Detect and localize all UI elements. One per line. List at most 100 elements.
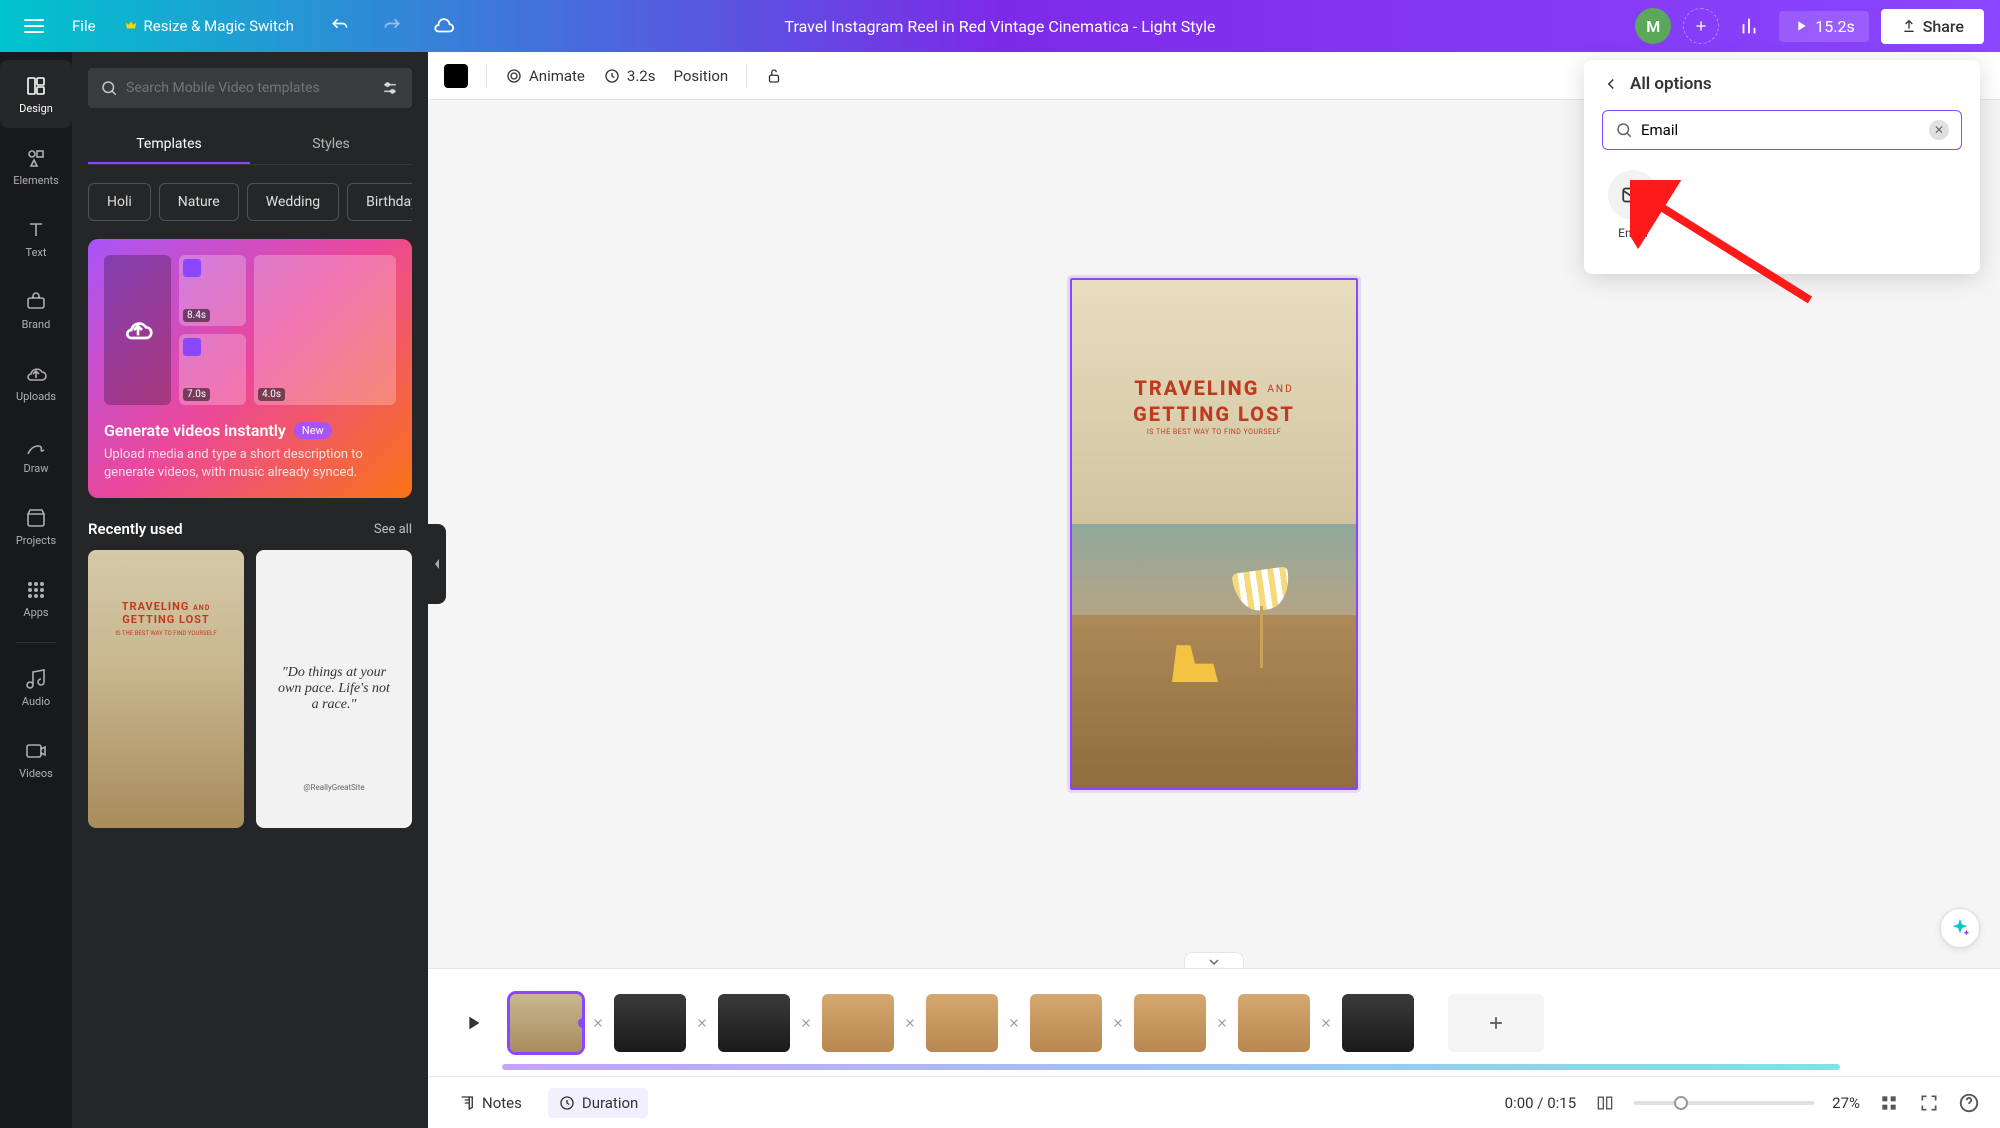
chevron-left-icon bbox=[1602, 75, 1620, 93]
chip-holi[interactable]: Holi bbox=[88, 183, 151, 221]
document-title[interactable]: Travel Instagram Reel in Red Vintage Cin… bbox=[785, 17, 1216, 36]
transition-icon[interactable] bbox=[1212, 1013, 1232, 1033]
cloud-sync-button[interactable] bbox=[426, 8, 462, 44]
lock-button[interactable] bbox=[765, 67, 783, 85]
videos-icon bbox=[24, 739, 48, 763]
generate-videos-card[interactable]: 8.4s 4.0s 7.0s Generate videos instantly… bbox=[88, 239, 412, 498]
rail-text[interactable]: Text bbox=[0, 204, 72, 272]
timeline-clip[interactable]: 1.5s bbox=[1342, 994, 1414, 1052]
filter-icon[interactable] bbox=[380, 78, 400, 98]
see-all-link[interactable]: See all bbox=[374, 522, 412, 537]
timeline-clip[interactable]: 1.5s bbox=[822, 994, 894, 1052]
lock-open-icon bbox=[765, 67, 783, 85]
canvas-umbrella-graphic[interactable] bbox=[1234, 570, 1290, 670]
canvas[interactable]: TRAVELINGAND GETTING LOST IS THE BEST WA… bbox=[1070, 278, 1358, 790]
footer-bar: Notes Duration 0:00 / 0:15 27% bbox=[428, 1076, 2000, 1128]
email-icon-circle bbox=[1608, 170, 1658, 220]
timeline-clip[interactable]: 1.5s - bbox=[718, 994, 790, 1052]
timeline-clip[interactable]: 1.5s bbox=[1134, 994, 1206, 1052]
rail-videos[interactable]: Videos bbox=[0, 725, 72, 793]
design-icon bbox=[24, 74, 48, 98]
transition-icon[interactable] bbox=[1108, 1013, 1128, 1033]
tab-styles[interactable]: Styles bbox=[250, 126, 412, 164]
resize-label: Resize & Magic Switch bbox=[144, 17, 294, 35]
timeline-clip[interactable]: 1.5s bbox=[1238, 994, 1310, 1052]
panel-collapse-handle[interactable] bbox=[428, 524, 446, 604]
popover-back-button[interactable]: All options bbox=[1584, 60, 1980, 104]
audio-track[interactable] bbox=[502, 1064, 1840, 1070]
rail-brand[interactable]: Brand bbox=[0, 276, 72, 344]
menu-button[interactable] bbox=[16, 8, 52, 44]
position-button[interactable]: Position bbox=[673, 67, 728, 85]
plus-icon bbox=[1486, 1013, 1506, 1033]
template-search[interactable] bbox=[88, 68, 412, 108]
clear-search-button[interactable]: ✕ bbox=[1929, 120, 1949, 140]
rail-elements[interactable]: Elements bbox=[0, 132, 72, 200]
rail-draw[interactable]: Draw bbox=[0, 420, 72, 488]
help-button[interactable] bbox=[1958, 1092, 1980, 1114]
chip-wedding[interactable]: Wedding bbox=[247, 183, 339, 221]
template-card-quote[interactable]: "Do things at your own pace. Life's not … bbox=[256, 550, 412, 828]
gen-thumb: 8.4s bbox=[179, 255, 246, 326]
rail-design[interactable]: Design bbox=[0, 60, 72, 128]
share-option-label: Email bbox=[1618, 226, 1648, 240]
rail-label: Text bbox=[26, 246, 47, 259]
timeline-clip[interactable]: 3.2s bbox=[510, 994, 582, 1052]
timing-label: 3.2s bbox=[627, 67, 656, 85]
chevron-down-icon bbox=[1208, 958, 1220, 966]
magic-assistant-button[interactable] bbox=[1940, 908, 1980, 948]
zoom-thumb[interactable] bbox=[1674, 1096, 1688, 1110]
canvas-subheading[interactable]: IS THE BEST WAY TO FIND YOURSELF bbox=[1072, 428, 1356, 436]
timeline-play-button[interactable] bbox=[450, 1000, 496, 1046]
transition-icon[interactable] bbox=[588, 1013, 608, 1033]
zoom-slider[interactable] bbox=[1634, 1101, 1814, 1105]
undo-button[interactable] bbox=[322, 8, 358, 44]
grid-view-button[interactable] bbox=[1878, 1092, 1900, 1114]
notes-button[interactable]: Notes bbox=[448, 1088, 532, 1118]
insights-button[interactable] bbox=[1731, 8, 1767, 44]
add-page-button[interactable] bbox=[1448, 994, 1544, 1052]
redo-button[interactable] bbox=[374, 8, 410, 44]
file-menu[interactable]: File bbox=[60, 9, 108, 43]
canvas-heading-2[interactable]: GETTING LOST bbox=[1072, 402, 1356, 426]
chip-nature[interactable]: Nature bbox=[159, 183, 239, 221]
template-search-input[interactable] bbox=[126, 80, 372, 96]
text-icon bbox=[24, 218, 48, 242]
timeline-clip[interactable]: 1.5s bbox=[1030, 994, 1102, 1052]
canvas-heading-1[interactable]: TRAVELINGAND bbox=[1072, 376, 1356, 400]
share-option-email[interactable]: Email bbox=[1602, 170, 1664, 240]
rail-label: Apps bbox=[23, 606, 48, 619]
chip-birthday[interactable]: Birthday bbox=[347, 183, 412, 221]
play-icon bbox=[1793, 18, 1809, 34]
rail-label: Projects bbox=[16, 534, 56, 547]
timeline-clip[interactable]: 1.5s bbox=[926, 994, 998, 1052]
popover-search-input[interactable] bbox=[1641, 121, 1921, 139]
popover-search[interactable]: ✕ bbox=[1602, 110, 1962, 150]
timeline-clip[interactable]: 1.5s bbox=[614, 994, 686, 1052]
rail-uploads[interactable]: Uploads bbox=[0, 348, 72, 416]
template-card-travel[interactable]: TRAVELING AND GETTING LOST IS THE BEST W… bbox=[88, 550, 244, 828]
pages-view-button[interactable] bbox=[1594, 1092, 1616, 1114]
transition-icon[interactable] bbox=[796, 1013, 816, 1033]
transition-icon[interactable] bbox=[1316, 1013, 1336, 1033]
fullscreen-button[interactable] bbox=[1918, 1092, 1940, 1114]
invite-button[interactable] bbox=[1683, 8, 1719, 44]
rail-projects[interactable]: Projects bbox=[0, 492, 72, 560]
animate-button[interactable]: Animate bbox=[505, 67, 585, 85]
transition-icon[interactable] bbox=[692, 1013, 712, 1033]
duration-button[interactable]: Duration bbox=[548, 1088, 648, 1118]
tmpl-text: TRAVELING AND GETTING LOST bbox=[88, 600, 244, 626]
rail-apps[interactable]: Apps bbox=[0, 564, 72, 632]
rail-audio[interactable]: Audio bbox=[0, 653, 72, 721]
resize-magic-switch-button[interactable]: Resize & Magic Switch bbox=[112, 9, 306, 43]
redo-icon bbox=[382, 16, 402, 36]
share-button[interactable]: Share bbox=[1881, 9, 1984, 44]
background-color-swatch[interactable] bbox=[444, 64, 468, 88]
transition-icon[interactable] bbox=[1004, 1013, 1024, 1033]
tab-templates[interactable]: Templates bbox=[88, 126, 250, 164]
present-button[interactable]: 15.2s bbox=[1779, 11, 1868, 42]
rail-label: Uploads bbox=[16, 390, 56, 403]
transition-icon[interactable] bbox=[900, 1013, 920, 1033]
timing-button[interactable]: 3.2s bbox=[603, 67, 656, 85]
user-avatar[interactable]: M bbox=[1635, 8, 1671, 44]
